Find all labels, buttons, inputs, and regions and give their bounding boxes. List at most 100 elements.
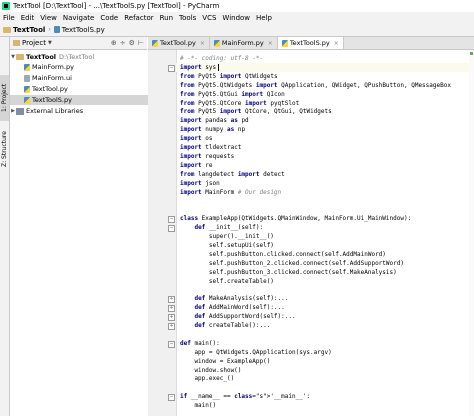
- code-line[interactable]: from PyQt5 import QtWidgets: [180, 72, 278, 81]
- code-line[interactable]: def MakeAnalysis(self):...: [180, 294, 288, 303]
- code-line[interactable]: self.createTable(): [180, 277, 274, 286]
- fold-toggle-icon[interactable]: +: [168, 314, 175, 322]
- menu-vcs[interactable]: VCS: [199, 14, 219, 22]
- tree-item-root[interactable]: ▼ TextTool D:\TextTool: [10, 52, 147, 62]
- code-line[interactable]: from PyQt5.QtGui import QIcon: [180, 90, 285, 99]
- python-file-icon: [24, 63, 30, 71]
- code-line[interactable]: from langdetect import detect: [180, 170, 285, 179]
- menu-code[interactable]: Code: [97, 14, 121, 22]
- python-file-icon: [53, 26, 60, 33]
- menu-refactor[interactable]: Refactor: [121, 14, 156, 22]
- project-tree: ▼ TextTool D:\TextTool MainForm.py MainF…: [10, 50, 161, 416]
- sync-icon[interactable]: ⊕: [111, 39, 117, 47]
- fold-toggle-icon[interactable]: −: [168, 394, 175, 402]
- code-line[interactable]: self.pushButton_3.clicked.connect(self.M…: [180, 268, 397, 277]
- navigation-bar: TextTool › TextToolS.py: [0, 23, 474, 37]
- menu-run[interactable]: Run: [157, 14, 176, 22]
- tree-item-file[interactable]: MainForm.py: [10, 62, 161, 72]
- code-line[interactable]: import tldextract: [180, 143, 241, 152]
- settings-gear-icon[interactable]: ⚙: [129, 39, 135, 47]
- tab-texttool[interactable]: TextTool.py ×: [148, 37, 210, 49]
- code-line[interactable]: from PyQt5.QtCore import pyqtSlot: [180, 99, 299, 108]
- dropdown-arrow-icon[interactable]: ▼: [48, 40, 52, 46]
- tool-tab-structure[interactable]: Z: Structure: [0, 129, 9, 169]
- inspection-ok-icon: [470, 52, 473, 55]
- tool-tab-project[interactable]: 1: Project: [0, 75, 9, 121]
- python-file-icon: [213, 39, 220, 47]
- menu-edit[interactable]: Edit: [18, 14, 38, 22]
- library-icon: [16, 107, 24, 115]
- python-file-icon: [24, 96, 30, 104]
- code-line[interactable]: super().__init__(): [180, 232, 274, 241]
- left-tool-strip: 1: Project Z: Structure: [0, 37, 10, 416]
- tree-item-external-libraries[interactable]: ▶ External Libraries: [10, 106, 147, 116]
- chevron-right-icon: ›: [48, 26, 51, 33]
- error-stripe[interactable]: [469, 50, 474, 416]
- close-icon[interactable]: ×: [268, 40, 273, 47]
- code-line[interactable]: from PyQt5.QtWidgets import QApplication…: [180, 81, 451, 90]
- close-icon[interactable]: ×: [334, 40, 339, 47]
- code-line[interactable]: app = QtWidgets.QApplication(sys.argv): [180, 348, 331, 357]
- editor-gutter[interactable]: − − − + + + + − −: [148, 50, 177, 416]
- breadcrumb-file[interactable]: TextToolS.py: [53, 26, 105, 34]
- project-view-selector[interactable]: Project: [22, 39, 46, 47]
- code-line[interactable]: import os: [180, 134, 213, 143]
- menu-bar: File Edit View Navigate Code Refactor Ru…: [0, 12, 474, 23]
- code-line[interactable]: main(): [180, 401, 216, 410]
- ui-file-icon: [24, 74, 30, 82]
- code-line[interactable]: import numpy as np: [180, 125, 245, 134]
- tree-item-file[interactable]: MainForm.ui: [10, 73, 161, 83]
- code-line[interactable]: self.setupUi(self): [180, 241, 274, 250]
- tab-texttools[interactable]: TextToolS.py ×: [277, 37, 344, 49]
- code-line[interactable]: import sys: [176, 62, 474, 72]
- code-line[interactable]: def __init__(self):: [180, 223, 263, 232]
- menu-help[interactable]: Help: [253, 14, 275, 22]
- fold-toggle-icon[interactable]: −: [168, 225, 175, 233]
- code-line[interactable]: import re: [180, 161, 213, 170]
- code-line[interactable]: from PyQt5 import QtCore, QtGui, QtWidge…: [180, 107, 332, 116]
- python-file-icon: [152, 39, 158, 47]
- code-line[interactable]: window.show(): [180, 366, 241, 375]
- fold-toggle-icon[interactable]: −: [168, 216, 175, 224]
- code-line[interactable]: import pandas as pd: [180, 116, 249, 125]
- title-bar: TextTool [D:\TextTool] - ...\TextToolS.p…: [0, 0, 474, 12]
- menu-navigate[interactable]: Navigate: [60, 14, 97, 22]
- code-area[interactable]: # -*- coding: utf-8 -*- import sys from Py…: [176, 50, 474, 416]
- code-line[interactable]: self.pushButton_2.clicked.connect(self.A…: [180, 259, 404, 268]
- python-file-icon: [24, 85, 30, 93]
- code-line[interactable]: self.pushButton.clicked.connect(self.Add…: [180, 250, 386, 259]
- code-editor[interactable]: − − − + + + + − − # -*- coding: utf-8 -*- import …: [148, 50, 474, 416]
- fold-toggle-icon[interactable]: +: [168, 296, 175, 304]
- fold-toggle-icon[interactable]: −: [168, 64, 175, 72]
- code-line[interactable]: def AddSupportWord(self):...: [180, 312, 295, 321]
- fold-toggle-icon[interactable]: −: [168, 340, 175, 348]
- code-line[interactable]: import json: [180, 179, 220, 188]
- menu-tools[interactable]: Tools: [176, 14, 199, 22]
- code-line[interactable]: def createTable():...: [180, 321, 270, 330]
- code-line[interactable]: app.exec_(): [180, 374, 234, 383]
- fold-toggle-icon[interactable]: +: [168, 323, 175, 330]
- code-line[interactable]: def AddMainWord(self):...: [180, 303, 284, 312]
- tree-item-file[interactable]: TextTool.py: [10, 84, 161, 94]
- python-file-icon: [281, 39, 288, 47]
- code-line[interactable]: class ExampleApp(QtWidgets.QMainWindow, …: [180, 214, 411, 223]
- code-line[interactable]: import MainForm # Our design: [180, 188, 281, 197]
- close-icon[interactable]: ×: [200, 40, 205, 47]
- code-line[interactable]: if __name__ == class="s">'__main__':: [180, 392, 310, 401]
- menu-window[interactable]: Window: [219, 14, 253, 22]
- collapse-icon[interactable]: ÷: [120, 39, 126, 47]
- code-line[interactable]: import requests: [180, 152, 234, 161]
- hide-icon[interactable]: ⊢: [138, 39, 144, 47]
- fold-toggle-icon[interactable]: +: [168, 305, 175, 313]
- menu-view[interactable]: View: [37, 14, 60, 22]
- tab-mainform[interactable]: MainForm.py ×: [210, 37, 278, 49]
- breadcrumb-project[interactable]: TextTool ›: [3, 26, 51, 34]
- tree-item-file-selected[interactable]: TextToolS.py: [10, 95, 161, 105]
- pycharm-logo-icon: [2, 2, 10, 10]
- folder-icon: [3, 26, 11, 33]
- code-line[interactable]: # -*- coding: utf-8 -*-: [180, 54, 263, 63]
- code-line[interactable]: def main():: [180, 339, 220, 348]
- code-line[interactable]: window = ExampleApp(): [180, 357, 270, 366]
- menu-file[interactable]: File: [0, 14, 18, 22]
- text-caret: [218, 63, 220, 71]
